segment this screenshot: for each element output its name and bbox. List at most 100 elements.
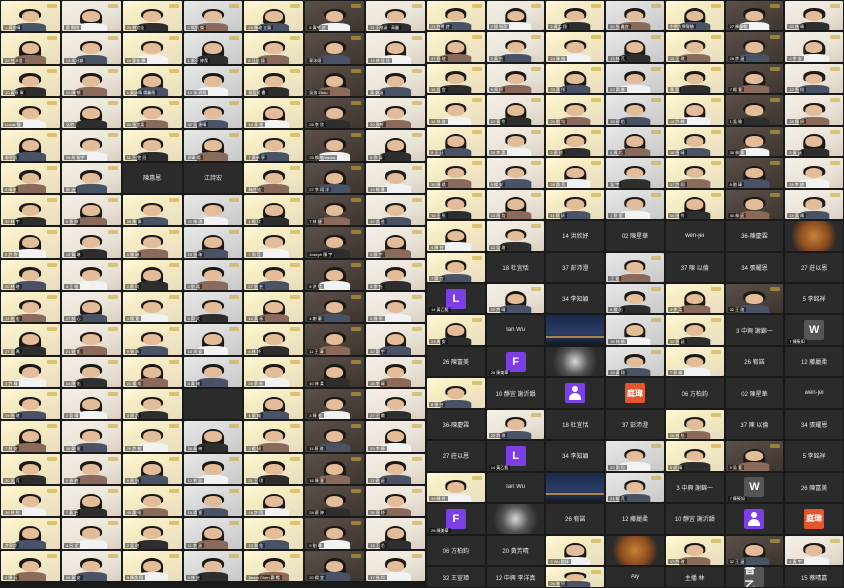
participant-camera-off-tile[interactable]: Ian Wu: [486, 315, 545, 345]
participant-video-tile[interactable]: 28 陳 妍: [785, 95, 843, 125]
participant-video-tile[interactable]: 3 陳 宏: [305, 389, 365, 420]
participant-camera-off-tile[interactable]: 5 李銘祥: [785, 441, 843, 471]
participant-video-tile[interactable]: 5 Wu 翻譯: [546, 535, 605, 565]
participant-camera-off-tile[interactable]: 34 張耀恩: [785, 409, 843, 440]
participant-camera-off-tile[interactable]: 3 中興 謝錦一: [665, 472, 724, 503]
participant-video-tile[interactable]: 15 楊 萱: [183, 486, 243, 517]
participant-video-tile[interactable]: 5 陳逸 翔: [122, 550, 182, 581]
participant-video-tile[interactable]: 36 陳 琪: [427, 158, 485, 188]
participant-camera-off-tile[interactable]: 15 蔡晴嘉: [785, 567, 843, 587]
participant-avatar-tile[interactable]: L 14 黃乙甄: [486, 441, 545, 471]
participant-video-tile[interactable]: 20 許 祐: [122, 421, 182, 452]
participant-video-tile[interactable]: 12 蔡 涵: [665, 315, 724, 345]
participant-video-tile[interactable]: 16 張 晴: [665, 126, 724, 157]
participant-video-tile[interactable]: 23 許菁 詩: [427, 1, 485, 31]
participant-avatar-tile[interactable]: W7 陳筱如: [725, 472, 784, 503]
participant-camera-off-tile[interactable]: 12 中興 李洋真: [486, 567, 545, 587]
participant-video-tile[interactable]: 16 陳 萱: [305, 453, 365, 484]
participant-video-tile[interactable]: 33 陳 伶: [427, 472, 485, 503]
participant-video-tile[interactable]: 4 周 芯: [606, 126, 664, 157]
participant-video-tile[interactable]: 5 周 晴: [665, 441, 724, 471]
participant-video-tile[interactable]: 27 吳 珮: [1, 324, 60, 355]
participant-video-tile[interactable]: 15 張 琦: [183, 227, 243, 258]
participant-video-tile[interactable]: 13 林 佳 佳: [366, 33, 425, 64]
participant-camera-off-tile[interactable]: 26 宥諾: [725, 346, 784, 377]
participant-video-tile[interactable]: 30 吳 芃: [1, 453, 60, 484]
participant-video-tile[interactable]: Amon Chen 鄭 暢: [244, 550, 304, 581]
participant-video-tile[interactable]: 16 鄭 萱: [61, 421, 121, 452]
participant-video-tile[interactable]: 29 李 晴: [366, 421, 425, 452]
participant-video-tile[interactable]: 16 吳 宜: [427, 63, 485, 94]
participant-video-tile[interactable]: 25 李 柔: [486, 126, 545, 157]
participant-video-tile[interactable]: 6 張 綾: [61, 453, 121, 484]
participant-video-tile[interactable]: 5 徐 泰: [366, 130, 425, 161]
participant-video-tile[interactable]: 6 洪 恬: [305, 259, 365, 290]
participant-video-tile[interactable]: 4 王 彬: [61, 259, 121, 290]
participant-video-tile[interactable]: 15 郭 佑: [606, 95, 664, 125]
participant-video-tile[interactable]: 10 黃筱 寧: [1, 65, 60, 96]
participant-video-tile[interactable]: 郭亭語: [1, 130, 60, 161]
participant-video-tile[interactable]: 2 黃 芸: [486, 32, 545, 62]
participant-video-tile[interactable]: 1 蔡 萱: [606, 189, 664, 220]
participant-video-tile[interactable]: 5 張 婷: [61, 195, 121, 226]
participant-video-tile[interactable]: 21 楊 芃: [606, 472, 664, 503]
participant-video-tile[interactable]: 25 蔡 依: [244, 356, 304, 387]
participant-video-tile[interactable]: 27 林 心: [61, 292, 121, 323]
participant-camera-off-tile[interactable]: 36-陳慶霖: [725, 221, 784, 251]
participant-camera-off-tile[interactable]: Ian Wu: [486, 472, 545, 503]
participant-video-tile[interactable]: 黃 穎涵: [366, 65, 425, 96]
participant-camera-off-tile[interactable]: 10 靜宜 謝沂韻: [665, 504, 724, 534]
participant-video-tile[interactable]: 42 吳 芸: [366, 195, 425, 226]
participant-camera-off-tile[interactable]: 34 張耀恩: [725, 252, 784, 282]
participant-video-tile[interactable]: 23 許 琪: [486, 409, 545, 440]
participant-video-tile[interactable]: 20 林 瑄: [1, 259, 60, 290]
participant-camera-off-tile[interactable]: 02 陳星華: [725, 378, 784, 408]
participant-video-tile[interactable]: 11 李 涵: [183, 518, 243, 549]
participant-camera-off-tile[interactable]: 18 杜宜恬: [546, 409, 605, 440]
participant-video-tile[interactable]: 陳 惠: [665, 63, 724, 94]
participant-video-tile[interactable]: 42 吳 婕晴: [183, 98, 243, 129]
participant-video-tile[interactable]: 8 林 芸: [183, 550, 243, 581]
participant-video-tile[interactable]: 14 黃 晴: [785, 189, 843, 220]
participant-video-tile[interactable]: 6 鄭 文: [183, 292, 243, 323]
participant-video-tile[interactable]: 4 陳 芸: [427, 221, 485, 251]
participant-camera-off-tile[interactable]: 27 莊以恩: [785, 252, 843, 282]
participant-camera-off-tile[interactable]: 陳惠恩: [122, 162, 182, 193]
participant-video-tile[interactable]: 1 黃稚晴: [1, 1, 60, 32]
participant-camera-off-tile[interactable]: 36-陳慶霖: [427, 409, 485, 440]
participant-video-tile[interactable]: 弘明: [61, 98, 121, 129]
participant-video-tile[interactable]: 24 蔡 婷: [305, 486, 365, 517]
participant-video-tile[interactable]: 22 鄭 均: [606, 441, 664, 471]
participant-video-tile[interactable]: 27 李 翊 洋: [305, 162, 365, 193]
participant-video-tile[interactable]: 32 王 涵: [725, 535, 784, 565]
participant-camera-off-tile[interactable]: 37 陳 以倫: [665, 252, 724, 282]
participant-video-tile[interactable]: 34 林 瑄: [427, 95, 485, 125]
participant-camera-off-tile[interactable]: 18 杜宜恬: [486, 252, 545, 282]
participant-video-tile[interactable]: 8 李 怡: [366, 259, 425, 290]
participant-video-tile[interactable]: 7 黃 芸: [61, 486, 121, 517]
participant-video-tile[interactable]: 9 李 安: [785, 32, 843, 62]
participant-video-tile[interactable]: 6 汪佳 錄: [244, 33, 304, 64]
participant-video-tile[interactable]: 21 楊 翔: [122, 356, 182, 387]
participant-video-tile[interactable]: 4 李 柔: [665, 284, 724, 314]
participant-video-tile[interactable]: 8 周 愷: [122, 453, 182, 484]
participant-camera-off-tile[interactable]: 27 莊以恩: [427, 441, 485, 471]
participant-video-tile[interactable]: 19 鄭桂 縣: [122, 33, 182, 64]
participant-video-tile[interactable]: 2 楊凱 傑: [183, 1, 243, 32]
participant-video-tile[interactable]: 26 胡 振宇: [61, 130, 121, 161]
participant-video-tile[interactable]: 22 許 晴: [486, 284, 545, 314]
participant-video-tile[interactable]: 4 林 妤: [244, 324, 304, 355]
participant-video-tile[interactable]: 27 陳慶翰: [725, 1, 784, 31]
participant-video-tile[interactable]: 蔡語萱 書: [244, 65, 304, 96]
participant-video-tile[interactable]: 35 林 晴: [785, 1, 843, 31]
participant-video-tile[interactable]: 2 蔡 均: [122, 259, 182, 290]
participant-video-tile[interactable]: 21 劉 凱: [61, 324, 121, 355]
participant-video-tile[interactable]: 26 黃 綺: [183, 421, 243, 452]
participant-video-tile[interactable]: 9 郭 宇: [366, 227, 425, 258]
participant-camera-off-tile[interactable]: 10 靜宜 謝沂韻: [486, 378, 545, 408]
participant-video-tile[interactable]: 7 鄭 宜: [427, 252, 485, 282]
participant-camera-off-tile[interactable]: 12 藤麗柔: [785, 346, 843, 377]
participant-profile-picture-tile[interactable]: [546, 346, 605, 377]
participant-video-tile[interactable]: 28 陳 偉: [122, 195, 182, 226]
participant-video-tile[interactable]: 16 林 綺: [606, 315, 664, 345]
